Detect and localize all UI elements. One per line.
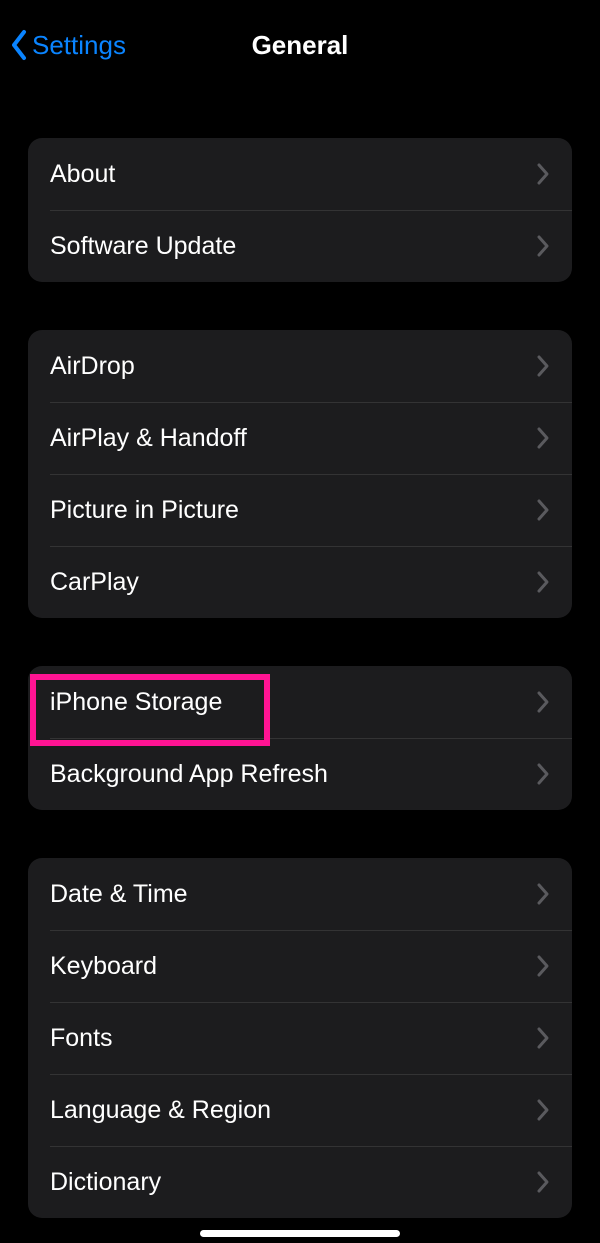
row-date-time[interactable]: Date & Time <box>28 858 572 930</box>
chevron-right-icon <box>536 426 550 450</box>
row-carplay[interactable]: CarPlay <box>28 546 572 618</box>
row-iphone-storage[interactable]: iPhone Storage <box>28 666 572 738</box>
settings-group: AirDrop AirPlay & Handoff Picture in Pictu… <box>28 330 572 618</box>
row-label: iPhone Storage <box>50 688 222 717</box>
row-label: Background App Refresh <box>50 760 328 789</box>
chevron-right-icon <box>536 570 550 594</box>
chevron-right-icon <box>536 954 550 978</box>
row-label: Picture in Picture <box>50 496 239 525</box>
chevron-right-icon <box>536 498 550 522</box>
chevron-right-icon <box>536 1170 550 1194</box>
row-label: AirPlay & Handoff <box>50 424 247 453</box>
settings-group: iPhone Storage Background App Refresh <box>28 666 572 810</box>
chevron-right-icon <box>536 162 550 186</box>
row-label: Software Update <box>50 232 236 261</box>
chevron-right-icon <box>536 1098 550 1122</box>
settings-group: Date & Time Keyboard Fonts Language & Regio… <box>28 858 572 1218</box>
row-fonts[interactable]: Fonts <box>28 1002 572 1074</box>
row-airdrop[interactable]: AirDrop <box>28 330 572 402</box>
navbar: Settings General <box>0 0 600 90</box>
home-indicator[interactable] <box>200 1230 400 1237</box>
row-background-app-refresh[interactable]: Background App Refresh <box>28 738 572 810</box>
row-label: Fonts <box>50 1024 113 1053</box>
chevron-right-icon <box>536 354 550 378</box>
row-dictionary[interactable]: Dictionary <box>28 1146 572 1218</box>
row-label: CarPlay <box>50 568 139 597</box>
row-label: About <box>50 160 115 189</box>
page-title: General <box>252 30 349 61</box>
row-software-update[interactable]: Software Update <box>28 210 572 282</box>
row-picture-in-picture[interactable]: Picture in Picture <box>28 474 572 546</box>
row-label: Keyboard <box>50 952 157 981</box>
chevron-right-icon <box>536 234 550 258</box>
settings-group: About Software Update <box>28 138 572 282</box>
row-label: Date & Time <box>50 880 188 909</box>
row-keyboard[interactable]: Keyboard <box>28 930 572 1002</box>
settings-list: About Software Update AirDrop AirPlay & Han… <box>0 138 600 1218</box>
row-about[interactable]: About <box>28 138 572 210</box>
row-label: Dictionary <box>50 1168 161 1197</box>
back-label: Settings <box>32 30 126 61</box>
chevron-right-icon <box>536 882 550 906</box>
chevron-right-icon <box>536 1026 550 1050</box>
row-airplay-handoff[interactable]: AirPlay & Handoff <box>28 402 572 474</box>
chevron-right-icon <box>536 762 550 786</box>
row-label: AirDrop <box>50 352 135 381</box>
row-language-region[interactable]: Language & Region <box>28 1074 572 1146</box>
chevron-right-icon <box>536 690 550 714</box>
row-label: Language & Region <box>50 1096 271 1125</box>
chevron-left-icon <box>10 29 28 61</box>
back-button[interactable]: Settings <box>10 0 126 90</box>
